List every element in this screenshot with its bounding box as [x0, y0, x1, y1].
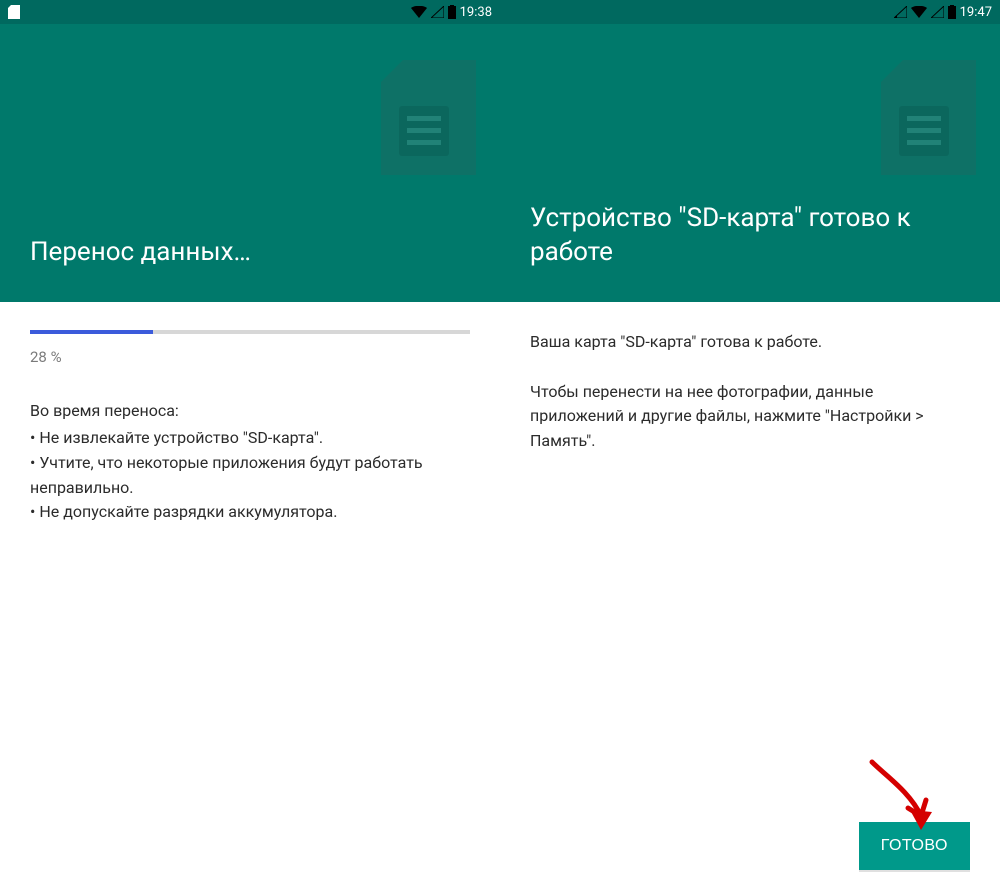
signal-icon: [931, 6, 944, 18]
bullet-item: • Не извлекайте устройство "SD-карта".: [30, 426, 470, 451]
status-time: 19:47: [960, 5, 992, 20]
sdcard-illustration-icon: [381, 60, 476, 179]
done-button[interactable]: ГОТОВО: [859, 822, 970, 870]
screen-ready: 19:47 Устройство "SD-карта" готово к раб…: [500, 0, 1000, 888]
sdcard-status-icon: [8, 5, 20, 19]
battery-icon: [448, 5, 456, 19]
header: Устройство "SD-карта" готово к работе: [500, 24, 1000, 302]
bullet-item: • Учтите, что некоторые приложения будут…: [30, 451, 470, 501]
screen-transfer: 19:38 Перенос данных… 28 % Во время пере…: [0, 0, 500, 888]
signal-icon: [431, 6, 444, 18]
progress-bar: [30, 330, 470, 334]
transfer-instructions: Во время переноса: • Не извлекайте устро…: [30, 399, 470, 525]
battery-icon: [948, 5, 956, 19]
signal-weak-icon: [894, 6, 907, 18]
content-area: 28 % Во время переноса: • Не извлекайте …: [0, 302, 500, 888]
page-title: Устройство "SD-карта" готово к работе: [530, 202, 970, 270]
status-bar: 19:38: [0, 0, 500, 24]
instructions-intro: Во время переноса:: [30, 399, 470, 424]
status-time: 19:38: [460, 5, 492, 20]
ready-line2: Чтобы перенести на нее фотографии, данны…: [530, 380, 970, 454]
header: Перенос данных…: [0, 24, 500, 302]
wifi-icon: [411, 6, 427, 18]
ready-text: Ваша карта "SD-карта" готова к работе. Ч…: [530, 330, 970, 454]
progress-fill: [30, 330, 153, 334]
wifi-icon: [911, 6, 927, 18]
ready-line1: Ваша карта "SD-карта" готова к работе.: [530, 330, 970, 355]
content-area: Ваша карта "SD-карта" готова к работе. Ч…: [500, 302, 1000, 888]
status-bar: 19:47: [500, 0, 1000, 24]
progress-percent-label: 28 %: [30, 346, 470, 369]
page-title: Перенос данных…: [30, 236, 251, 270]
bullet-item: • Не допускайте разрядки аккумулятора.: [30, 500, 470, 525]
sdcard-illustration-icon: [881, 60, 976, 179]
